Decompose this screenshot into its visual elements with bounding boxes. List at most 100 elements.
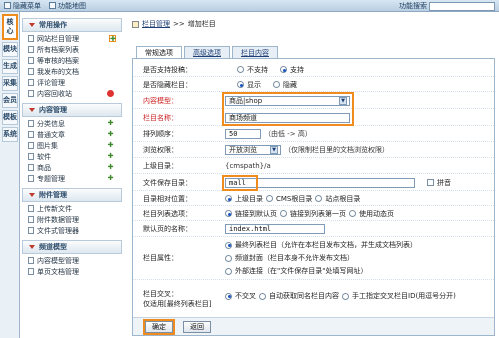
main-panel: 栏目管理 >> 增加栏目 常规选项 高级选项 栏目内容 是否支持投稿： 不支持 … [132, 18, 497, 336]
browse-permission-select[interactable]: 开放浏览 ▼ [225, 145, 281, 155]
tab-generate[interactable]: 生成 [2, 59, 18, 74]
tab-system[interactable]: 系统 [2, 127, 18, 142]
site-map-button[interactable]: 功能地图 [49, 1, 86, 11]
module-tabs: 核心 模块 生成 采集 会员 模板 系统 [0, 12, 20, 338]
tab-advanced[interactable]: 高级选项 [184, 46, 230, 58]
menu-item[interactable]: 专题管理 ✚ [22, 173, 122, 184]
menu-item-label: 评论管理 [37, 78, 65, 87]
option-label: 使用动态页 [359, 209, 394, 218]
menu-group-header[interactable]: 频道模型 [22, 240, 122, 254]
document-icon [28, 120, 34, 127]
radio-dynamic-page[interactable] [349, 210, 356, 217]
collapse-arrow-icon [29, 245, 35, 249]
menu-item[interactable]: 附件数据管理 [22, 214, 122, 225]
document-icon [28, 164, 34, 171]
column-name-input[interactable]: 商场频道 [225, 112, 350, 123]
menu-item[interactable]: 文件式管理器 [22, 225, 122, 236]
row-root-pos: 目录相对位置： 上级目录 CMS根目录 站点根目录 [133, 192, 494, 206]
menu-item[interactable]: 上传新文件 [22, 203, 122, 214]
field-label: 栏目列表选项： [143, 209, 192, 218]
pinyin-label: 拼音 [437, 178, 451, 187]
add-icon[interactable]: ✚ [107, 142, 114, 149]
menu-item-label: 所有档案列表 [37, 45, 79, 54]
option-label: 外部连接（在"文件保存目录"处填写网址） [235, 267, 368, 275]
menu-item-label: 商品 [37, 163, 51, 172]
chevron-down-icon: ▼ [339, 96, 347, 105]
radio-manual-cross[interactable] [342, 292, 349, 300]
radio-hide[interactable] [273, 81, 280, 88]
pinyin-checkbox[interactable] [427, 179, 434, 186]
search-input[interactable] [429, 1, 495, 11]
sidebar-menu: 常用操作 网站栏目管理 ✚ 所有档案列表 等审核的档案 我发布的文档 评论管理 内… [22, 18, 122, 338]
menu-item[interactable]: 评论管理 [22, 77, 122, 88]
radio-link-default[interactable] [225, 210, 232, 217]
tab-templates[interactable]: 模板 [2, 110, 18, 125]
browse-hint: （仅限制栏目里的文档浏览权限） [284, 146, 389, 154]
add-icon[interactable]: ✚ [109, 35, 116, 43]
menu-item[interactable]: 我发布的文档 [22, 66, 122, 77]
default-page-input[interactable]: index.html [225, 224, 325, 234]
radio-no-submit[interactable] [237, 66, 244, 73]
menu-item[interactable]: 内容回收站 [22, 88, 122, 99]
tab-members[interactable]: 会员 [2, 93, 18, 108]
radio-link-first-page[interactable] [280, 210, 287, 217]
menu-item-label: 文件式管理器 [37, 226, 79, 235]
radio-no-cross[interactable] [225, 292, 232, 300]
radio-allow-submit[interactable] [280, 66, 287, 73]
menu-item[interactable]: 商品 ✚ [22, 162, 122, 173]
hide-menu-button[interactable]: 隐藏菜单 [4, 1, 41, 11]
model-select[interactable]: 商品|shop ▼ [225, 95, 350, 106]
radio-site-root[interactable] [315, 195, 323, 202]
menu-group-title: 内容管理 [39, 106, 67, 114]
order-hint: （由低 -> 高） [264, 130, 312, 138]
menu-item-column-manage[interactable]: 网站栏目管理 ✚ [22, 33, 122, 44]
menu-group-header[interactable]: 附件管理 [22, 188, 122, 202]
radio-final-list[interactable] [225, 241, 232, 249]
confirm-button[interactable]: 确定 [143, 318, 175, 335]
tab-core[interactable]: 核心 [2, 14, 18, 40]
radio-channel-cover[interactable] [225, 254, 232, 262]
menu-item[interactable]: 等审核的档案 [22, 55, 122, 66]
row-model: 内容模型： 商品|shop ▼ [133, 93, 494, 109]
radio-cms-root[interactable] [266, 195, 273, 202]
tab-collect[interactable]: 采集 [2, 76, 18, 91]
radio-auto-cross[interactable] [259, 292, 266, 300]
add-icon[interactable]: ✚ [107, 175, 114, 182]
option-label: 不交叉 [235, 292, 256, 300]
menu-item-label: 专题管理 [37, 174, 65, 183]
document-icon [28, 153, 34, 160]
select-value: 开放浏览 [229, 146, 257, 154]
tab-general[interactable]: 常规选项 [136, 46, 182, 58]
tab-content[interactable]: 栏目内容 [232, 46, 278, 58]
delete-icon[interactable] [107, 90, 114, 97]
add-icon[interactable]: ✚ [107, 164, 114, 171]
menu-group-header[interactable]: 内容管理 [22, 103, 122, 117]
breadcrumb-separator: >> [173, 20, 185, 28]
radio-show[interactable] [237, 81, 244, 88]
menu-item[interactable]: 普通文章 ✚ [22, 129, 122, 140]
radio-parent-dir[interactable] [225, 195, 232, 202]
menu-item[interactable]: 单页文档管理 [22, 266, 122, 277]
menu-item[interactable]: 图片集 ✚ [22, 140, 122, 151]
field-label: 文件保存目录： [143, 178, 192, 187]
radio-external-link[interactable] [225, 267, 232, 275]
add-icon[interactable]: ✚ [107, 153, 114, 160]
order-input[interactable]: 50 [225, 129, 261, 139]
add-icon[interactable]: ✚ [107, 131, 114, 138]
tab-modules[interactable]: 模块 [2, 42, 18, 57]
menu-item[interactable]: 内容模型管理 [22, 255, 122, 266]
save-dir-input[interactable]: mall [225, 177, 415, 188]
add-icon[interactable]: ✚ [107, 120, 114, 127]
menu-item[interactable]: 所有档案列表 [22, 44, 122, 55]
breadcrumb-link[interactable]: 栏目管理 [142, 19, 170, 29]
back-button[interactable]: 返回 [183, 320, 211, 333]
menu-group-header[interactable]: 常用操作 [22, 18, 122, 32]
field-label: 上级目录： [143, 162, 178, 170]
form-tabs: 常规选项 高级选项 栏目内容 [136, 46, 278, 58]
menu-group-title: 常用操作 [39, 21, 67, 29]
menu-item[interactable]: 软件 ✚ [22, 151, 122, 162]
tab-content-label: 栏目内容 [241, 48, 269, 57]
menu-item[interactable]: 分类信息 ✚ [22, 118, 122, 129]
row-save-dir: 文件保存目录： mall 拼音 [133, 175, 494, 191]
menu-item-label: 单页文档管理 [37, 267, 79, 276]
